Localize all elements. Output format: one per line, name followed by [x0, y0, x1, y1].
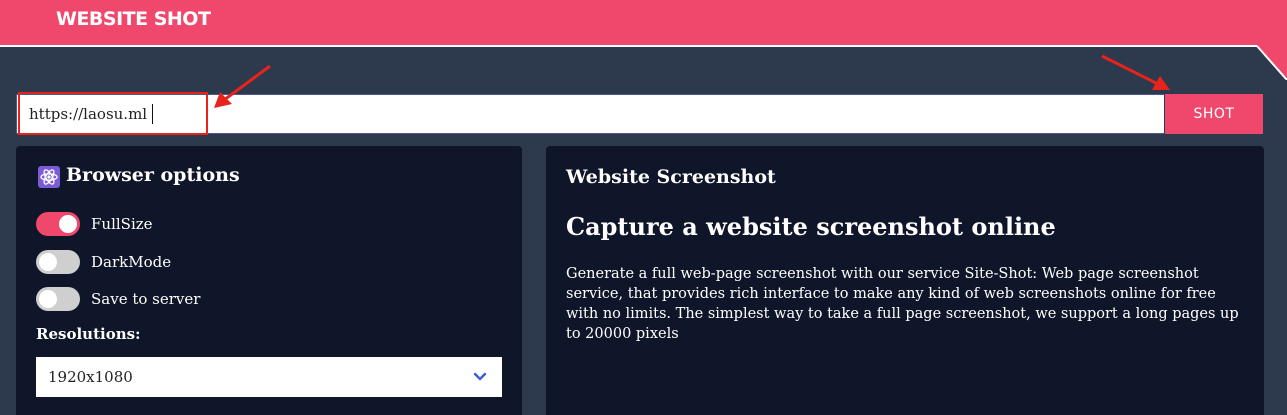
toggle-knob: [39, 290, 57, 308]
resolutions-label: Resolutions:: [36, 325, 141, 343]
fullsize-toggle[interactable]: [36, 212, 80, 236]
option-darkmode[interactable]: DarkMode: [36, 250, 171, 274]
atom-icon: [38, 166, 60, 188]
info-panel: Website Screenshot Capture a website scr…: [546, 146, 1264, 415]
save-to-server-label: Save to server: [91, 290, 201, 308]
browser-options-panel: Browser options FullSize DarkMode Save t…: [16, 146, 522, 415]
darkmode-toggle[interactable]: [36, 250, 80, 274]
page-heading: Capture a website screenshot online: [566, 212, 1056, 241]
info-description: Generate a full web-page screenshot with…: [566, 266, 1239, 342]
toggle-knob: [39, 253, 57, 271]
chevron-down-icon: [473, 372, 487, 381]
browser-options-title: Browser options: [66, 164, 240, 186]
option-save-to-server[interactable]: Save to server: [36, 287, 200, 311]
toggle-knob: [59, 215, 77, 233]
save-to-server-toggle[interactable]: [36, 287, 80, 311]
shot-button[interactable]: SHOT: [1165, 94, 1263, 134]
darkmode-label: DarkMode: [91, 253, 172, 271]
url-input[interactable]: [16, 94, 1164, 134]
text-caret: [152, 104, 153, 124]
resolution-select[interactable]: 1920x1080: [36, 357, 502, 397]
info-subtitle: Website Screenshot: [566, 166, 776, 188]
fullsize-label: FullSize: [91, 215, 153, 233]
resolution-selected-value: 1920x1080: [48, 368, 133, 386]
site-logo[interactable]: WEBSITE SHOT: [56, 8, 211, 30]
option-fullsize[interactable]: FullSize: [36, 212, 153, 236]
